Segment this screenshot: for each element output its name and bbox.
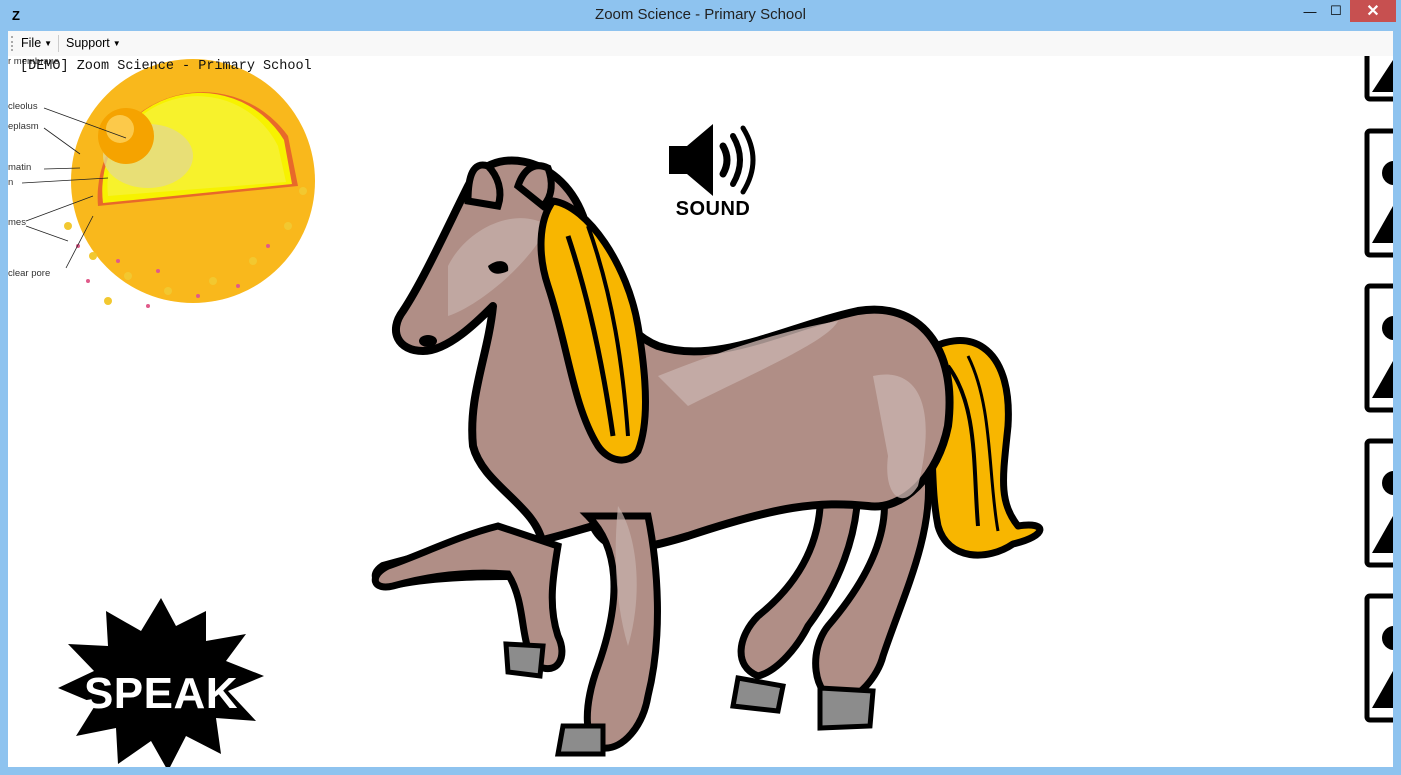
- image-placeholder-icon[interactable]: [1364, 593, 1393, 723]
- demo-watermark: [DEMO] Zoom Science - Primary School: [20, 59, 312, 74]
- title-bar: Z Zoom Science - Primary School — ☐ ✕: [0, 0, 1401, 31]
- sound-label: SOUND: [675, 198, 751, 220]
- menu-separator: [58, 35, 59, 52]
- chevron-down-icon: ▼: [112, 39, 121, 48]
- cell-label: cleolus: [8, 101, 38, 112]
- image-placeholder-icon[interactable]: [1364, 128, 1393, 258]
- cell-label: n: [8, 177, 14, 188]
- animal-cell-image[interactable]: [8, 56, 328, 316]
- speaker-icon: [669, 124, 756, 196]
- minimize-button[interactable]: —: [1296, 0, 1324, 22]
- speak-button[interactable]: SPEAK: [56, 596, 266, 767]
- cell-label: matin: [8, 162, 32, 173]
- toolbar-grip: [11, 36, 15, 51]
- cell-label: eplasm: [8, 121, 39, 132]
- image-placeholder-icon[interactable]: [1364, 56, 1393, 102]
- maximize-button[interactable]: ☐: [1322, 0, 1350, 22]
- image-placeholder-icon[interactable]: [1364, 438, 1393, 568]
- image-placeholder-icon[interactable]: [1364, 283, 1393, 413]
- cell-label: mes: [8, 217, 26, 228]
- close-button[interactable]: ✕: [1350, 0, 1396, 22]
- main-canvas: r membrane cleolus eplasm matin n mes cl…: [8, 56, 1393, 767]
- speak-label: SPEAK: [83, 669, 239, 718]
- window-title: Zoom Science - Primary School: [595, 6, 806, 23]
- file-menu[interactable]: File ▼: [21, 36, 52, 50]
- file-menu-label: File: [21, 36, 42, 50]
- chevron-down-icon: ▼: [44, 39, 53, 48]
- support-menu-label: Support: [66, 36, 110, 50]
- sound-button[interactable]: SOUND: [663, 120, 763, 230]
- cell-label: clear pore: [8, 268, 51, 279]
- menu-bar: File ▼ Support ▼: [8, 31, 1393, 57]
- support-menu[interactable]: Support ▼: [66, 36, 121, 50]
- thumbnail-strip: [1364, 56, 1393, 767]
